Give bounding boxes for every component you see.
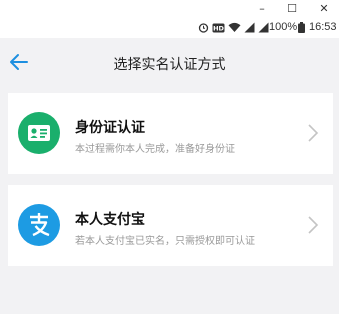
alipay-icon-badge <box>18 204 60 246</box>
option-title: 本人支付宝 <box>75 212 145 228</box>
minimize-button[interactable]: – <box>252 1 272 16</box>
close-button[interactable]: ✕ <box>314 1 334 16</box>
status-bar: HD 100% 16:53 <box>0 17 339 38</box>
page-title: 选择实名认证方式 <box>113 57 226 73</box>
chevron-right-icon <box>308 124 319 142</box>
hd-label: HD <box>213 24 224 32</box>
hd-icon: HD <box>212 23 225 32</box>
status-icons: HD <box>198 21 269 34</box>
option-subtitle: 若本人支付宝已实名，只需授权即可认证 <box>75 236 255 247</box>
window-titlebar: – ☐ ✕ <box>0 0 339 17</box>
battery-percent: 100% <box>269 21 298 33</box>
chevron-right-icon <box>308 216 319 234</box>
battery-icon <box>298 22 305 33</box>
id-card-icon <box>28 125 50 141</box>
option-id-card[interactable]: 身份证认证 本过程需你本人完成，准备好身份证 <box>8 93 333 174</box>
wifi-icon <box>228 22 241 32</box>
maximize-button[interactable]: ☐ <box>282 1 302 16</box>
alarm-icon <box>198 23 209 33</box>
option-alipay[interactable]: 本人支付宝 若本人支付宝已实名，只需授权即可认证 <box>8 185 333 266</box>
alipay-icon <box>30 213 50 237</box>
option-subtitle: 本过程需你本人完成，准备好身份证 <box>75 144 235 155</box>
id-card-icon-badge <box>18 112 60 154</box>
clock-time: 16:53 <box>309 21 337 33</box>
signal-icon <box>258 22 269 33</box>
signal-icon <box>244 22 255 33</box>
nav-bar: 选择实名认证方式 <box>0 38 339 88</box>
option-title: 身份证认证 <box>75 120 145 136</box>
